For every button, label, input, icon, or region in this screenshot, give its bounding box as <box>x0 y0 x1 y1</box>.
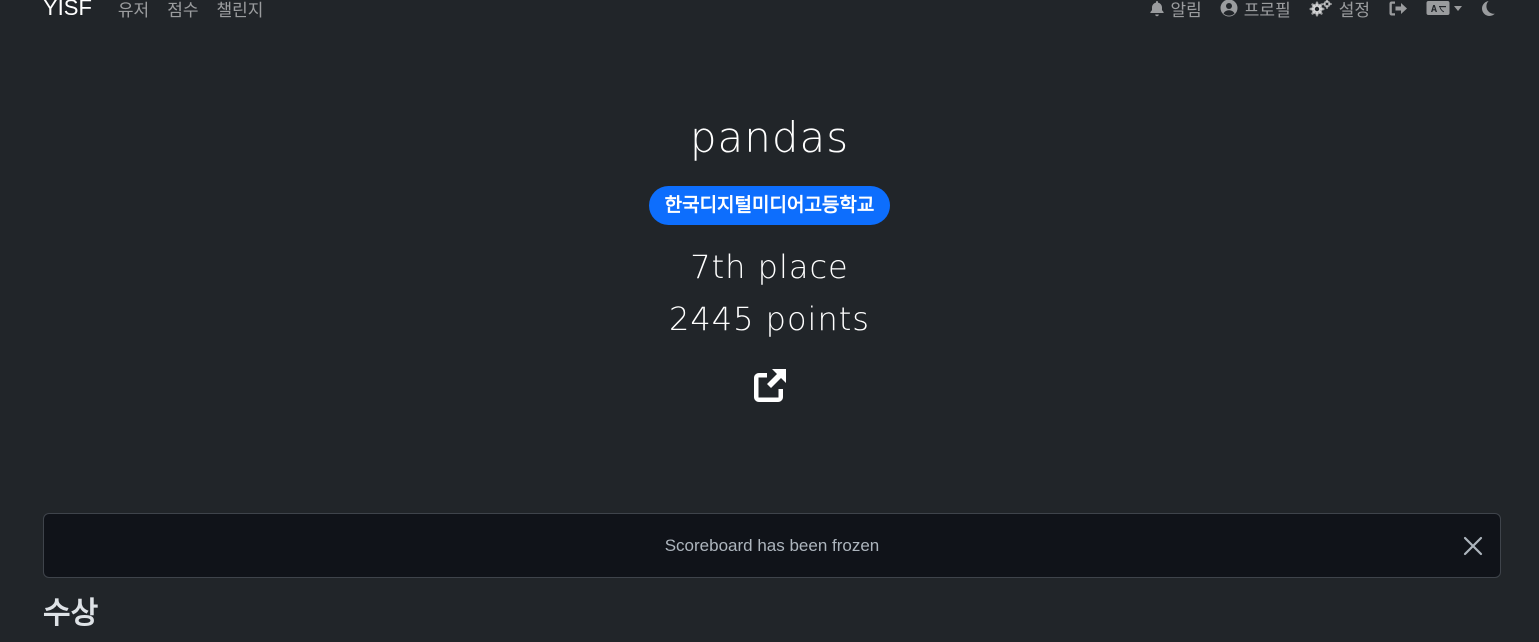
nav-notifications-label: 알림 <box>1170 0 1202 21</box>
nav-profile[interactable]: 프로필 <box>1220 0 1291 21</box>
nav-logout[interactable] <box>1388 0 1408 17</box>
nav-theme-toggle[interactable] <box>1480 0 1496 17</box>
nav-link-scoreboard[interactable]: 점수 <box>167 0 198 21</box>
top-navbar: YISF 유저 점수 챌린지 알림 프로필 설정 <box>0 0 1539 24</box>
user-circle-icon <box>1220 0 1238 17</box>
moon-icon <box>1482 0 1495 16</box>
nav-right: 알림 프로필 설정 <box>1131 0 1496 24</box>
chevron-down-icon <box>1454 5 1462 11</box>
team-name: pandas <box>689 113 850 162</box>
team-header: pandas 한국디지털미디어고등학교 7th place 2445 point… <box>0 108 1539 405</box>
nav-left: YISF 유저 점수 챌린지 <box>43 0 281 24</box>
nav-profile-label: 프로필 <box>1243 0 1291 21</box>
sign-out-icon <box>1389 1 1407 15</box>
external-link-icon[interactable] <box>751 367 789 405</box>
close-icon[interactable] <box>1462 535 1484 557</box>
nav-settings[interactable]: 설정 <box>1309 0 1370 21</box>
nav-link-challenges[interactable]: 챌린지 <box>216 0 263 21</box>
alert-message: Scoreboard has been frozen <box>664 535 880 555</box>
brand-link[interactable]: YISF <box>43 0 92 21</box>
scoreboard-frozen-alert: Scoreboard has been frozen <box>43 513 1501 578</box>
nav-settings-label: 설정 <box>1338 0 1370 21</box>
cogs-icon <box>1309 0 1332 17</box>
team-place: 7th place <box>690 248 849 286</box>
nav-notifications[interactable]: 알림 <box>1149 0 1202 21</box>
nav-language-dropdown[interactable] <box>1426 0 1462 16</box>
nav-link-users[interactable]: 유저 <box>118 0 149 21</box>
team-points: 2445 points <box>669 300 870 338</box>
language-icon <box>1426 1 1450 15</box>
awards-section-title: 수상 <box>43 596 99 631</box>
bell-icon <box>1149 0 1164 16</box>
school-badge: 한국디지털미디어고등학교 <box>648 186 891 225</box>
